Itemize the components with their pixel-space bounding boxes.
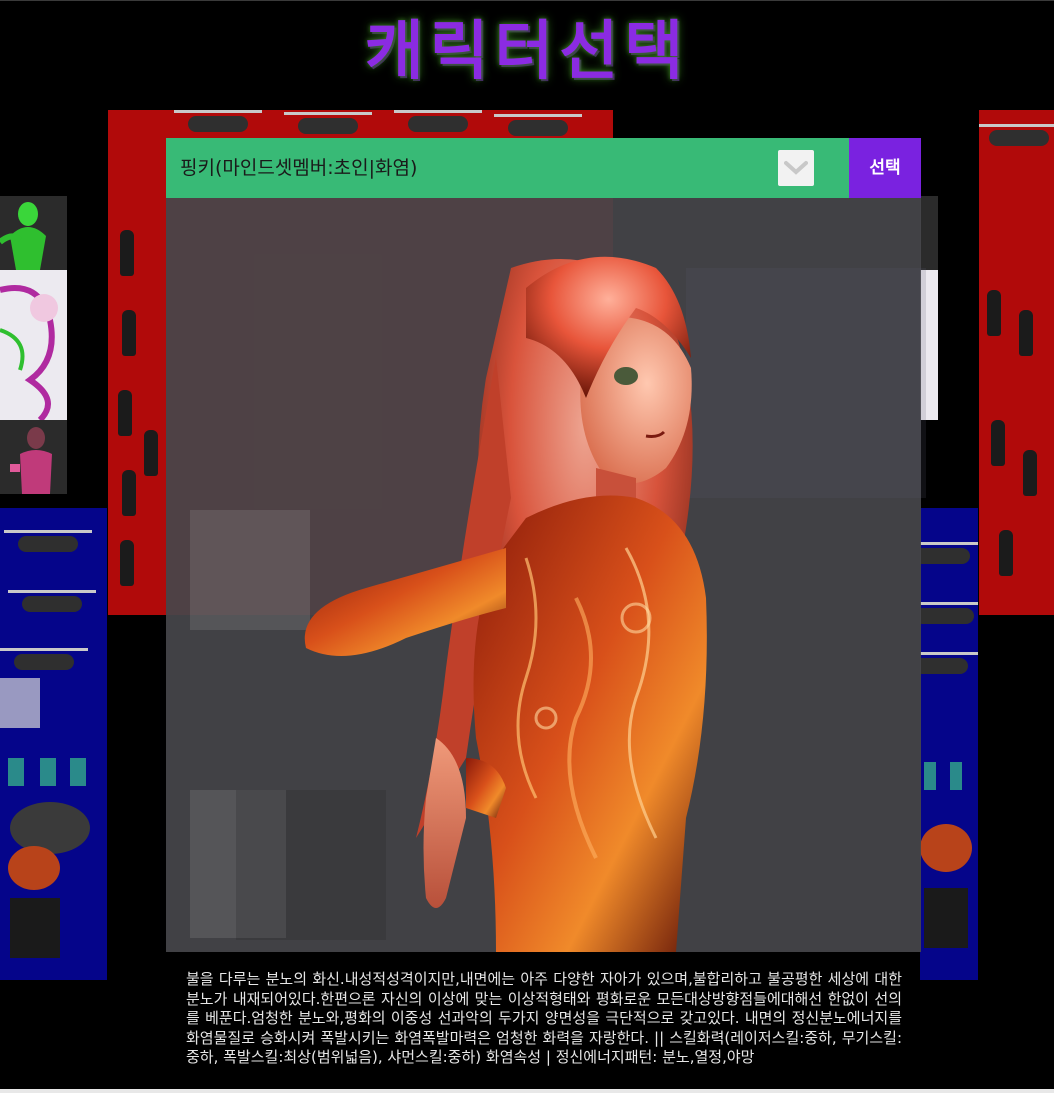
green-character-image <box>0 202 46 270</box>
bg-thumb-dark-character <box>0 420 67 494</box>
bg-blue-robot-collage-right <box>920 508 978 980</box>
top-divider <box>0 0 1054 1</box>
dropdown-selected-value: 핑키(마인드셋멤버:초인|화염) <box>180 157 418 179</box>
bg-red-soldier-collage-right <box>979 110 1054 615</box>
character-dropdown[interactable]: 핑키(마인드셋멤버:초인|화염) <box>166 138 849 198</box>
dark-character-image <box>10 427 52 494</box>
page-title: 캐릭터선택 <box>364 15 690 89</box>
select-button[interactable]: 선택 <box>849 138 921 198</box>
character-select-screen: 캐릭터선택 핑키(마인드셋멤버:초인|화염) 선택 불을 다루는 분노의 화신.… <box>0 0 1054 1093</box>
bottom-divider <box>0 1089 1054 1093</box>
bg-thumb-green-character <box>0 196 67 270</box>
bg-blue-robot-collage-left <box>0 508 107 980</box>
abstract-art-image <box>0 285 58 420</box>
robot-figures-right-image <box>920 762 972 948</box>
chevron-down-icon[interactable] <box>778 150 814 186</box>
robot-figures-image <box>0 678 90 958</box>
bg-thumb-grey-right <box>920 196 938 270</box>
character-portrait <box>166 198 921 952</box>
character-description: 불을 다루는 분노의 화신.내성적성격이지만,내면에는 아주 다양한 자아가 있… <box>186 970 902 1066</box>
bg-thumb-white-art <box>0 270 67 420</box>
